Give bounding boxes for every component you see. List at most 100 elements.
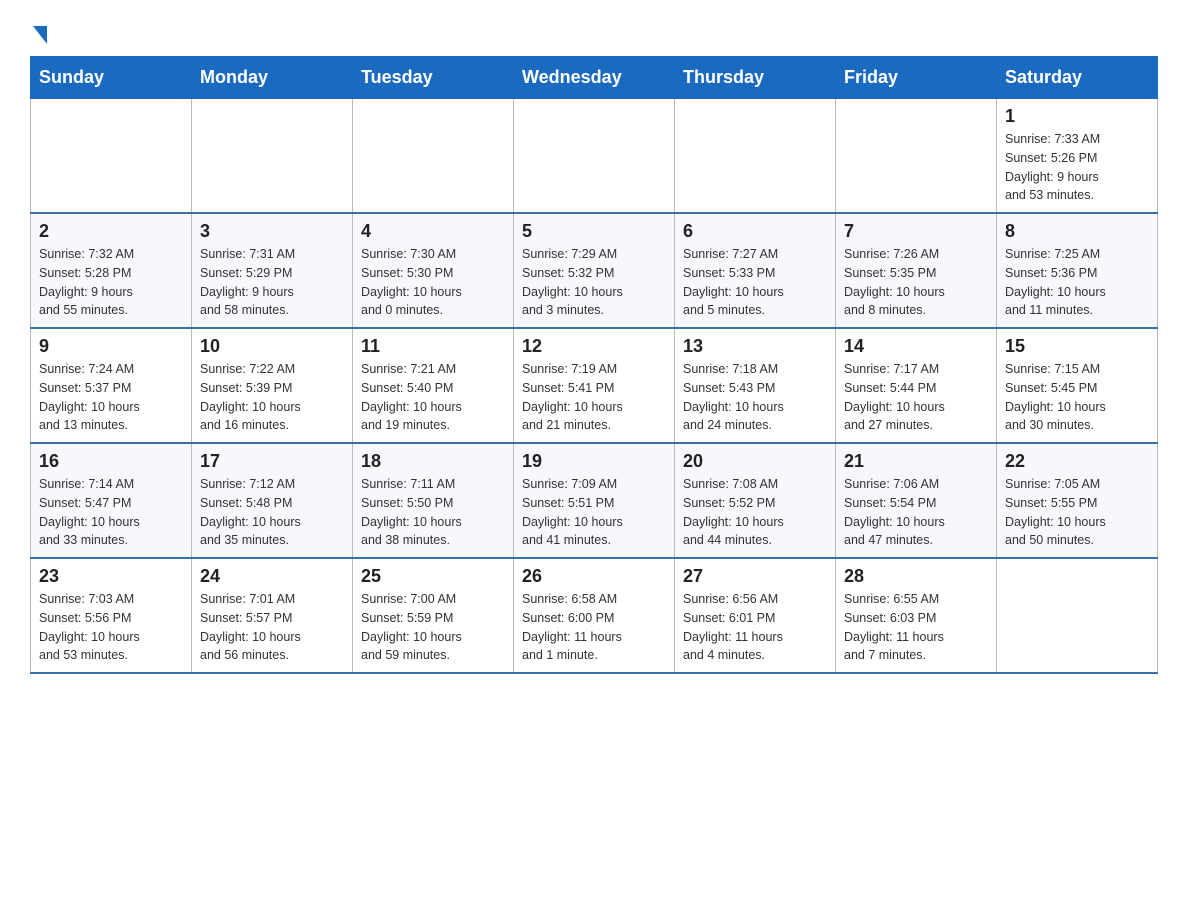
logo bbox=[30, 20, 47, 38]
day-info: Sunrise: 7:22 AMSunset: 5:39 PMDaylight:… bbox=[200, 360, 344, 435]
calendar-cell: 19 Sunrise: 7:09 AMSunset: 5:51 PMDayligh… bbox=[514, 443, 675, 558]
day-info: Sunrise: 7:33 AMSunset: 5:26 PMDaylight:… bbox=[1005, 130, 1149, 205]
calendar-cell: 14 Sunrise: 7:17 AMSunset: 5:44 PMDayligh… bbox=[836, 328, 997, 443]
weekday-header-saturday: Saturday bbox=[997, 57, 1158, 99]
weekday-header-wednesday: Wednesday bbox=[514, 57, 675, 99]
calendar-cell bbox=[997, 558, 1158, 673]
calendar-cell: 1 Sunrise: 7:33 AMSunset: 5:26 PMDaylight… bbox=[997, 99, 1158, 214]
calendar-week-row: 1 Sunrise: 7:33 AMSunset: 5:26 PMDaylight… bbox=[31, 99, 1158, 214]
day-info: Sunrise: 6:55 AMSunset: 6:03 PMDaylight:… bbox=[844, 590, 988, 665]
day-info: Sunrise: 6:58 AMSunset: 6:00 PMDaylight:… bbox=[522, 590, 666, 665]
calendar-cell: 24Sunrise: 7:01 AMSunset: 5:57 PMDayligh… bbox=[192, 558, 353, 673]
weekday-header-thursday: Thursday bbox=[675, 57, 836, 99]
calendar-cell bbox=[353, 99, 514, 214]
day-number: 2 bbox=[39, 221, 183, 242]
calendar-cell: 22 Sunrise: 7:05 AMSunset: 5:55 PMDayligh… bbox=[997, 443, 1158, 558]
calendar-cell: 5 Sunrise: 7:29 AMSunset: 5:32 PMDaylight… bbox=[514, 213, 675, 328]
day-info: Sunrise: 7:27 AMSunset: 5:33 PMDaylight:… bbox=[683, 245, 827, 320]
day-info: Sunrise: 7:21 AMSunset: 5:40 PMDaylight:… bbox=[361, 360, 505, 435]
day-info: Sunrise: 7:12 AMSunset: 5:48 PMDaylight:… bbox=[200, 475, 344, 550]
calendar-cell bbox=[675, 99, 836, 214]
day-number: 27 bbox=[683, 566, 827, 587]
calendar-cell: 18 Sunrise: 7:11 AMSunset: 5:50 PMDayligh… bbox=[353, 443, 514, 558]
calendar-cell bbox=[836, 99, 997, 214]
day-number: 15 bbox=[1005, 336, 1149, 357]
calendar-cell: 12 Sunrise: 7:19 AMSunset: 5:41 PMDayligh… bbox=[514, 328, 675, 443]
day-number: 17 bbox=[200, 451, 344, 472]
day-number: 21 bbox=[844, 451, 988, 472]
day-info: Sunrise: 7:25 AMSunset: 5:36 PMDaylight:… bbox=[1005, 245, 1149, 320]
day-info: Sunrise: 6:56 AMSunset: 6:01 PMDaylight:… bbox=[683, 590, 827, 665]
day-number: 9 bbox=[39, 336, 183, 357]
day-number: 13 bbox=[683, 336, 827, 357]
calendar-cell bbox=[192, 99, 353, 214]
logo-arrow-icon bbox=[33, 26, 47, 44]
day-number: 11 bbox=[361, 336, 505, 357]
day-number: 26 bbox=[522, 566, 666, 587]
day-info: Sunrise: 7:18 AMSunset: 5:43 PMDaylight:… bbox=[683, 360, 827, 435]
day-info: Sunrise: 7:05 AMSunset: 5:55 PMDaylight:… bbox=[1005, 475, 1149, 550]
day-number: 5 bbox=[522, 221, 666, 242]
day-info: Sunrise: 7:29 AMSunset: 5:32 PMDaylight:… bbox=[522, 245, 666, 320]
calendar-cell: 25 Sunrise: 7:00 AMSunset: 5:59 PMDayligh… bbox=[353, 558, 514, 673]
calendar-cell bbox=[31, 99, 192, 214]
day-info: Sunrise: 7:00 AMSunset: 5:59 PMDaylight:… bbox=[361, 590, 505, 665]
day-info: Sunrise: 7:14 AMSunset: 5:47 PMDaylight:… bbox=[39, 475, 183, 550]
day-info: Sunrise: 7:32 AMSunset: 5:28 PMDaylight:… bbox=[39, 245, 183, 320]
calendar-cell: 8 Sunrise: 7:25 AMSunset: 5:36 PMDaylight… bbox=[997, 213, 1158, 328]
day-number: 7 bbox=[844, 221, 988, 242]
calendar-cell: 13 Sunrise: 7:18 AMSunset: 5:43 PMDayligh… bbox=[675, 328, 836, 443]
day-number: 6 bbox=[683, 221, 827, 242]
weekday-header-tuesday: Tuesday bbox=[353, 57, 514, 99]
calendar-cell: 21 Sunrise: 7:06 AMSunset: 5:54 PMDayligh… bbox=[836, 443, 997, 558]
day-info: Sunrise: 7:17 AMSunset: 5:44 PMDaylight:… bbox=[844, 360, 988, 435]
calendar-week-row: 16Sunrise: 7:14 AMSunset: 5:47 PMDayligh… bbox=[31, 443, 1158, 558]
day-number: 28 bbox=[844, 566, 988, 587]
weekday-header-friday: Friday bbox=[836, 57, 997, 99]
calendar-cell: 16Sunrise: 7:14 AMSunset: 5:47 PMDayligh… bbox=[31, 443, 192, 558]
day-info: Sunrise: 7:15 AMSunset: 5:45 PMDaylight:… bbox=[1005, 360, 1149, 435]
day-info: Sunrise: 7:03 AMSunset: 5:56 PMDaylight:… bbox=[39, 590, 183, 665]
day-info: Sunrise: 7:08 AMSunset: 5:52 PMDaylight:… bbox=[683, 475, 827, 550]
day-info: Sunrise: 7:24 AMSunset: 5:37 PMDaylight:… bbox=[39, 360, 183, 435]
day-info: Sunrise: 7:06 AMSunset: 5:54 PMDaylight:… bbox=[844, 475, 988, 550]
calendar-cell: 7 Sunrise: 7:26 AMSunset: 5:35 PMDaylight… bbox=[836, 213, 997, 328]
day-number: 22 bbox=[1005, 451, 1149, 472]
day-info: Sunrise: 7:09 AMSunset: 5:51 PMDaylight:… bbox=[522, 475, 666, 550]
calendar-cell: 26 Sunrise: 6:58 AMSunset: 6:00 PMDayligh… bbox=[514, 558, 675, 673]
calendar-cell: 10 Sunrise: 7:22 AMSunset: 5:39 PMDayligh… bbox=[192, 328, 353, 443]
calendar-cell: 11 Sunrise: 7:21 AMSunset: 5:40 PMDayligh… bbox=[353, 328, 514, 443]
calendar-cell: 4 Sunrise: 7:30 AMSunset: 5:30 PMDaylight… bbox=[353, 213, 514, 328]
calendar-cell: 17 Sunrise: 7:12 AMSunset: 5:48 PMDayligh… bbox=[192, 443, 353, 558]
calendar-cell bbox=[514, 99, 675, 214]
day-number: 8 bbox=[1005, 221, 1149, 242]
day-number: 1 bbox=[1005, 106, 1149, 127]
calendar-week-row: 2 Sunrise: 7:32 AMSunset: 5:28 PMDaylight… bbox=[31, 213, 1158, 328]
day-number: 3 bbox=[200, 221, 344, 242]
calendar-cell: 6 Sunrise: 7:27 AMSunset: 5:33 PMDaylight… bbox=[675, 213, 836, 328]
day-number: 23 bbox=[39, 566, 183, 587]
day-number: 25 bbox=[361, 566, 505, 587]
calendar-cell: 9 Sunrise: 7:24 AMSunset: 5:37 PMDaylight… bbox=[31, 328, 192, 443]
weekday-header-sunday: Sunday bbox=[31, 57, 192, 99]
day-info: Sunrise: 7:31 AMSunset: 5:29 PMDaylight:… bbox=[200, 245, 344, 320]
day-number: 19 bbox=[522, 451, 666, 472]
day-number: 10 bbox=[200, 336, 344, 357]
calendar-cell: 23 Sunrise: 7:03 AMSunset: 5:56 PMDayligh… bbox=[31, 558, 192, 673]
day-number: 20 bbox=[683, 451, 827, 472]
day-info: Sunrise: 7:30 AMSunset: 5:30 PMDaylight:… bbox=[361, 245, 505, 320]
weekday-header-monday: Monday bbox=[192, 57, 353, 99]
day-number: 12 bbox=[522, 336, 666, 357]
day-number: 14 bbox=[844, 336, 988, 357]
calendar-cell: 15 Sunrise: 7:15 AMSunset: 5:45 PMDayligh… bbox=[997, 328, 1158, 443]
calendar-cell: 28 Sunrise: 6:55 AMSunset: 6:03 PMDayligh… bbox=[836, 558, 997, 673]
calendar-week-row: 23 Sunrise: 7:03 AMSunset: 5:56 PMDayligh… bbox=[31, 558, 1158, 673]
day-number: 4 bbox=[361, 221, 505, 242]
day-info: Sunrise: 7:26 AMSunset: 5:35 PMDaylight:… bbox=[844, 245, 988, 320]
calendar-cell: 20 Sunrise: 7:08 AMSunset: 5:52 PMDayligh… bbox=[675, 443, 836, 558]
day-number: 24 bbox=[200, 566, 344, 587]
day-info: Sunrise: 7:11 AMSunset: 5:50 PMDaylight:… bbox=[361, 475, 505, 550]
day-number: 18 bbox=[361, 451, 505, 472]
day-info: Sunrise: 7:19 AMSunset: 5:41 PMDaylight:… bbox=[522, 360, 666, 435]
page-header bbox=[30, 20, 1158, 38]
